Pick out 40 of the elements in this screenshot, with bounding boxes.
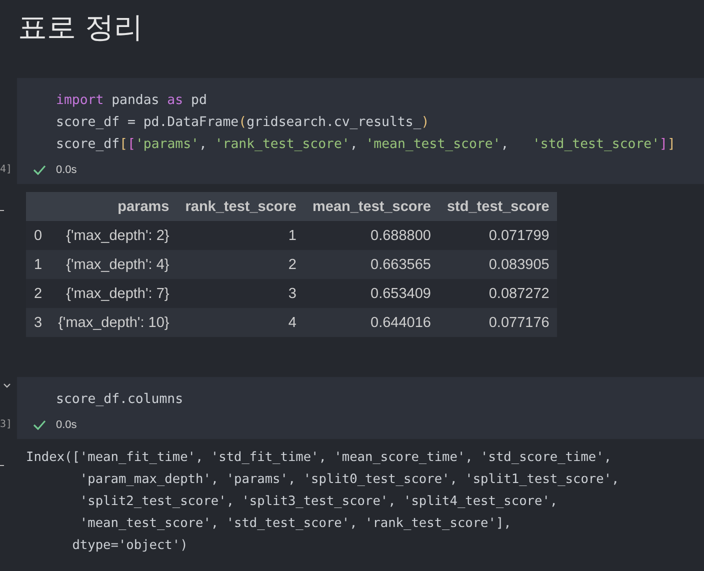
table-cell: 1 [177,221,304,250]
column-header: params [50,192,178,221]
checkmark-icon [33,165,46,175]
table-cell: 3 [177,279,304,308]
checkmark-icon [33,420,46,430]
row-index: 3 [26,308,50,337]
table-cell: 0.688800 [304,221,439,250]
table-cell: {'max_depth': 7} [50,279,178,308]
column-header: rank_test_score [177,192,304,221]
output-marker-icon [0,465,4,466]
table-cell: 0.083905 [438,250,558,279]
table-cell: 4 [177,308,304,337]
row-index: 2 [26,279,50,308]
table-cell: {'max_depth': 10} [50,308,178,337]
code-line: score_df = pd.DataFrame(gridsearch.cv_results_) [55,114,430,132]
table-cell: 0.087272 [438,279,558,308]
execution-count: 3] [0,419,12,430]
table-cell: 0.077176 [438,308,558,337]
table-cell: 0.071799 [438,221,558,250]
code-line: score_df.columns [55,391,184,409]
notebook-heading: 표로 정리 [17,9,144,46]
execution-count: 4] [0,164,12,175]
table-cell: 2 [177,250,304,279]
execution-time: 0.0s [56,164,77,176]
table-cell: 0.644016 [304,308,439,337]
output-text: Index(['mean_fit_time', 'std_fit_time', 'mean_score_time', 'std_score_time', 'param_max_depth', 'params', 'split0_test_score', 'split1_test_score', 'split2_test_score', 'split3_test_score', 'split4_test_score', 'mean_test_score', 'std_test_score', 'rank_test_score'], dtype='object') [26,449,620,555]
row-index: 0 [26,221,50,250]
table-cell: 0.653409 [304,279,439,308]
row-index: 1 [26,250,50,279]
code-line: score_df[['params', 'rank_test_score', 'mean_test_score', 'std_test_score']] [55,136,676,154]
column-header: mean_test_score [304,192,439,221]
column-header [26,192,50,221]
table-cell: 0.663565 [304,250,439,279]
column-header: std_test_score [438,192,558,221]
output-marker-icon [0,210,4,211]
execution-time: 0.0s [56,419,77,431]
chevron-down-icon[interactable] [3,383,11,388]
code-line: import pandas as pd [55,92,208,110]
table-cell: {'max_depth': 4} [50,250,178,279]
table-cell: {'max_depth': 2} [50,221,178,250]
